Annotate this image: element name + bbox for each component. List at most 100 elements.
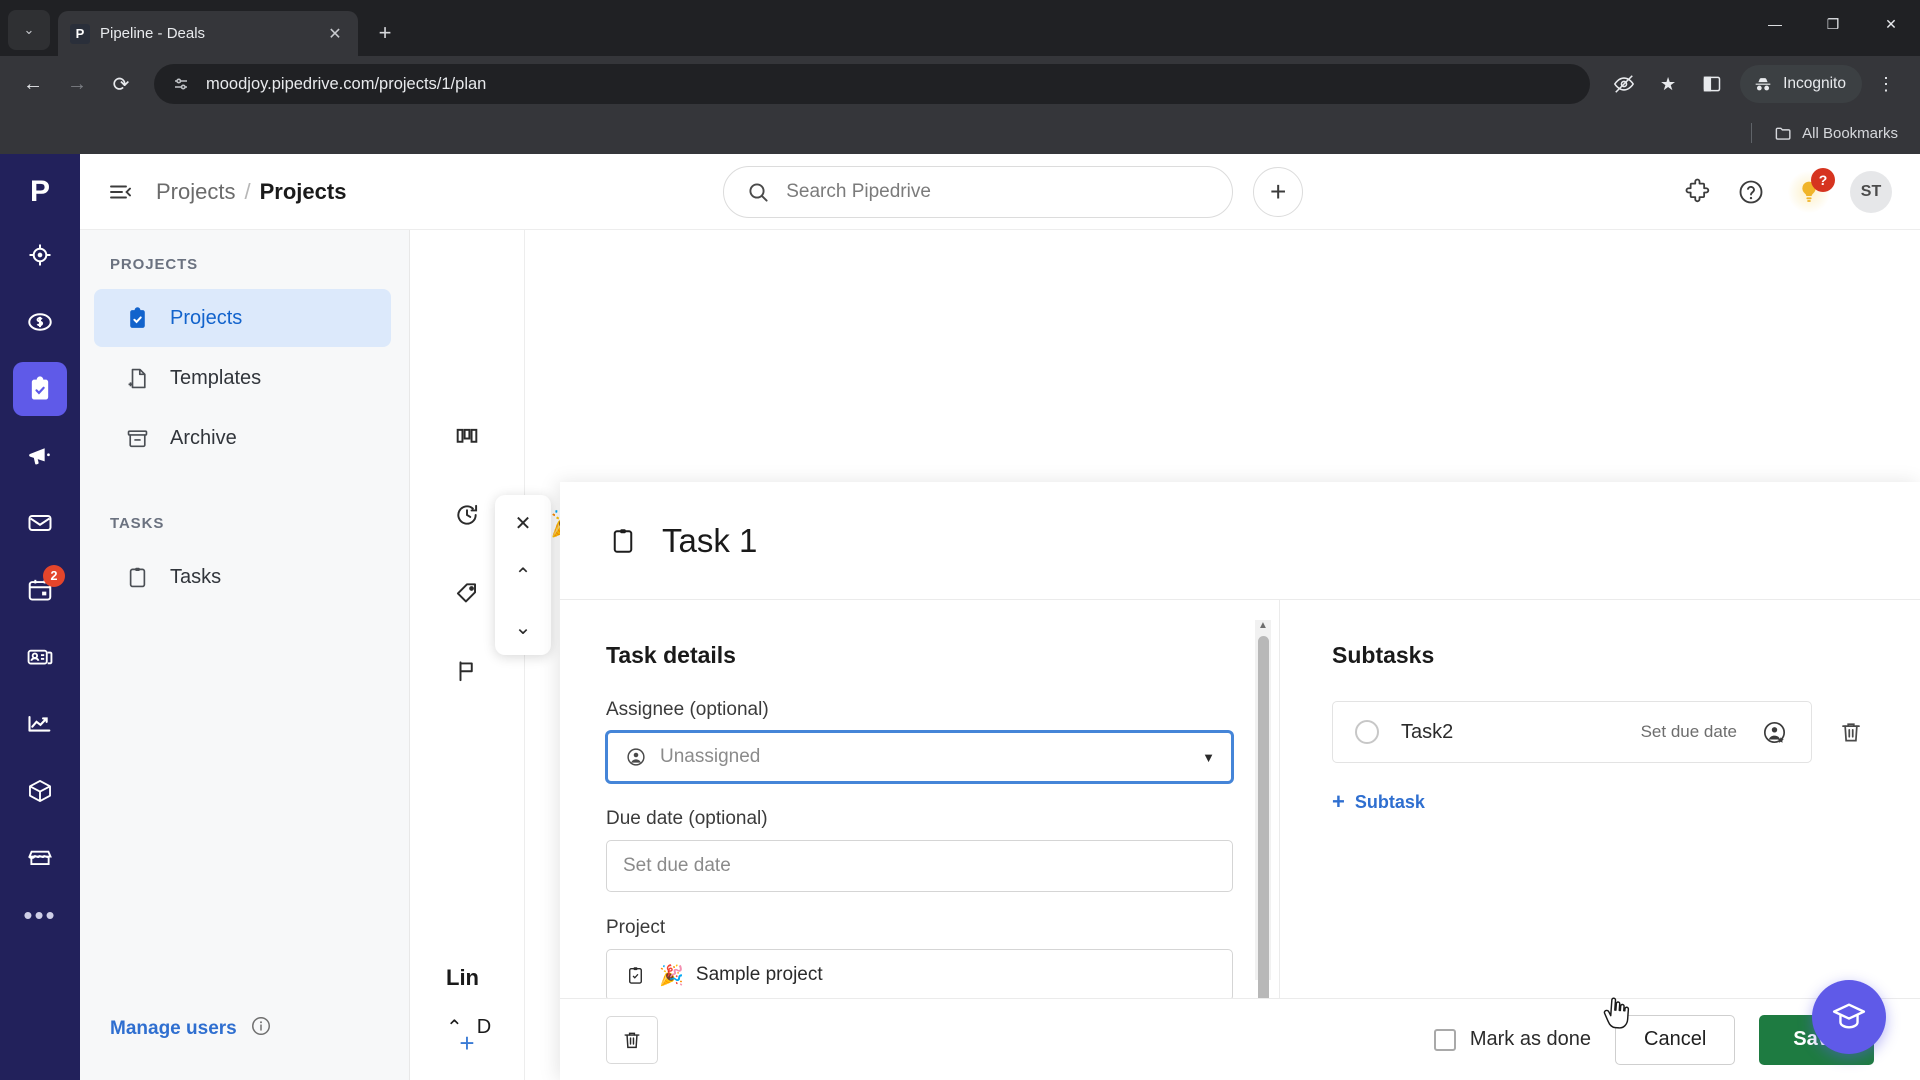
puzzle-icon[interactable] [1680, 175, 1714, 209]
rail-item-contacts[interactable] [13, 630, 67, 684]
subtask-due-date[interactable]: Set due date [1641, 722, 1737, 742]
address-bar[interactable]: moodjoy.pipedrive.com/projects/1/plan [154, 64, 1591, 104]
field-label: Project [606, 917, 666, 938]
breadcrumb-separator: / [244, 178, 251, 204]
add-subtask-label: Subtask [1354, 791, 1425, 812]
add-subtask-button[interactable]: + Subtask [1332, 789, 1866, 815]
all-bookmarks-label: All Bookmarks [1802, 124, 1898, 142]
new-tab-button[interactable]: + [368, 16, 402, 50]
chevron-down-icon[interactable]: ⌄ [503, 607, 543, 647]
rail-item-calendar[interactable]: 2 [13, 563, 67, 617]
projects-sidebar: PROJECTS Projects Templates Archive TASK… [80, 230, 410, 1080]
breadcrumb-root[interactable]: Projects [156, 179, 235, 205]
rail-item-mail[interactable] [13, 496, 67, 550]
assignee-select[interactable]: Unassigned ▼ [606, 731, 1233, 783]
help-icon[interactable] [1734, 175, 1768, 209]
flag-icon[interactable] [450, 654, 484, 688]
scrollbar-thumb[interactable] [1257, 636, 1269, 998]
search-placeholder: Search Pipedrive [786, 180, 931, 202]
description-collapsed-label: D [476, 1016, 492, 1038]
browser-window: ⌄ P Pipeline - Deals ✕ + — ❐ ✕ ← → ⟳ moo… [0, 0, 1920, 1080]
bookmarks-divider [1751, 123, 1753, 143]
field-project: Project 🎉 Sample project [606, 917, 1233, 998]
chevron-down-icon: ▼ [1202, 749, 1215, 765]
tag-icon[interactable] [450, 576, 484, 610]
search-input[interactable]: Search Pipedrive [723, 165, 1234, 218]
pipedrive-logo[interactable]: P [16, 168, 64, 216]
tab-search-icon[interactable]: ⌄ [8, 10, 50, 50]
rail-item-products[interactable] [13, 764, 67, 818]
tips-bulb-icon[interactable]: ? [1788, 167, 1835, 213]
form-scrollbar[interactable]: ▲ ▼ [1255, 620, 1271, 998]
close-window-button[interactable]: ✕ [1862, 0, 1920, 48]
eye-off-icon[interactable] [1604, 64, 1644, 104]
task-details-heading: Task details [606, 642, 736, 668]
chrome-menu-icon[interactable]: ⋮ [1866, 64, 1906, 104]
window-controls: — ❐ ✕ [1746, 0, 1920, 48]
assign-person-icon[interactable] [1759, 717, 1789, 747]
chevron-up-icon[interactable]: ⌃ [503, 555, 543, 595]
cancel-button[interactable]: Cancel [1615, 1014, 1736, 1065]
project-emoji: 🎉 [659, 964, 684, 987]
learning-center-button[interactable] [1812, 980, 1886, 1054]
person-circle-icon [624, 745, 648, 769]
site-settings-icon[interactable] [170, 73, 192, 95]
forward-icon[interactable]: → [58, 65, 96, 103]
reload-icon[interactable]: ⟳ [102, 65, 140, 103]
mark-as-done-toggle[interactable]: Mark as done [1433, 1028, 1592, 1051]
subtasks-pane: Subtasks Task2 Set due date + Subtask [1280, 600, 1920, 998]
mouse-cursor [1599, 996, 1632, 1039]
subtask-checkbox[interactable] [1355, 720, 1379, 744]
back-icon[interactable]: ← [14, 65, 52, 103]
add-button[interactable]: + [1253, 166, 1304, 217]
list-item[interactable]: Task2 Set due date [1332, 701, 1812, 763]
incognito-indicator[interactable]: Incognito [1740, 65, 1862, 103]
project-field[interactable]: 🎉 Sample project [606, 949, 1233, 998]
rail-item-projects[interactable] [13, 362, 67, 416]
sidebar-item-archive[interactable]: Archive [94, 409, 391, 467]
description-collapse-row[interactable]: ⌃ D [446, 1015, 518, 1040]
field-due-date: Due date (optional) Set due date [606, 808, 1233, 892]
rail-more-icon[interactable]: ••• [23, 900, 56, 931]
bookmark-star-icon[interactable]: ★ [1648, 64, 1688, 104]
tips-badge: ? [1811, 167, 1835, 192]
mark-done-label: Mark as done [1469, 1028, 1592, 1050]
app-body: PROJECTS Projects Templates Archive TASK… [80, 230, 1920, 1080]
tab-close-icon[interactable]: ✕ [324, 23, 346, 45]
page-title: Task 1 [662, 521, 758, 559]
avatar[interactable]: ST [1850, 170, 1892, 213]
modal-header: Task 1 [560, 482, 1920, 600]
manage-users-link[interactable]: Manage users [110, 1018, 237, 1040]
mark-done-checkbox[interactable] [1433, 1028, 1456, 1051]
sidebar-item-projects[interactable]: Projects [94, 289, 391, 347]
main-column: Projects / Projects Search Pipedrive + ?… [80, 154, 1920, 1080]
side-panel-icon[interactable] [1692, 64, 1732, 104]
close-icon[interactable]: ✕ [503, 503, 543, 543]
sidebar-item-templates[interactable]: Templates [94, 349, 391, 407]
project-value: Sample project [695, 964, 823, 985]
delete-subtask-icon[interactable] [1836, 717, 1866, 747]
all-bookmarks-button[interactable]: All Bookmarks [1774, 124, 1898, 143]
rail-item-insights[interactable] [13, 697, 67, 751]
rail-item-marketplace[interactable] [13, 831, 67, 885]
sidebar-item-tasks[interactable]: Tasks [94, 548, 391, 606]
info-icon[interactable] [250, 1015, 272, 1042]
maximize-button[interactable]: ❐ [1804, 0, 1862, 48]
subtask-name: Task2 [1401, 720, 1454, 743]
browser-tab[interactable]: P Pipeline - Deals ✕ [58, 11, 358, 56]
minimize-button[interactable]: — [1746, 0, 1804, 48]
sidebar-section-projects: PROJECTS [110, 256, 199, 273]
file-plus-icon [124, 365, 150, 391]
field-assignee: Assignee (optional) Unassigned ▼ [606, 699, 1233, 783]
rail-item-deals[interactable] [13, 295, 67, 349]
collapse-sidebar-icon[interactable] [102, 174, 138, 210]
field-label: Due date (optional) [606, 808, 768, 829]
rail-item-leads[interactable] [13, 228, 67, 282]
sidebar-item-label: Archive [170, 426, 237, 449]
due-date-input[interactable]: Set due date [606, 840, 1233, 892]
history-icon[interactable] [450, 498, 484, 532]
rail-item-campaigns[interactable] [13, 429, 67, 483]
delete-task-button[interactable] [606, 1015, 658, 1064]
scroll-up-icon[interactable]: ▲ [1258, 620, 1268, 631]
board-view-icon[interactable] [450, 420, 484, 454]
